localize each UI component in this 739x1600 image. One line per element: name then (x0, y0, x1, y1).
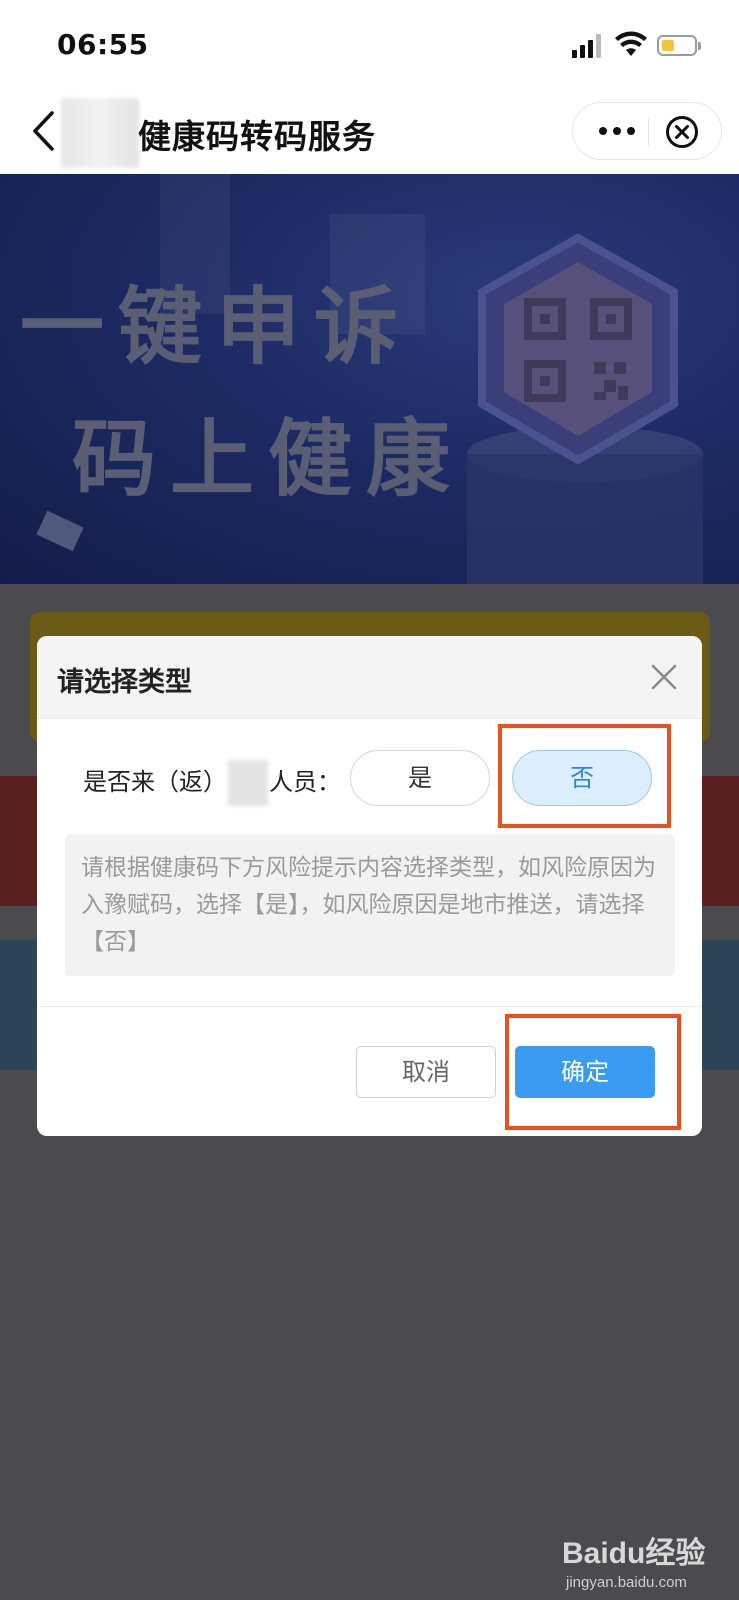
question-prefix: 是否来（返） (83, 768, 227, 796)
banner-decoration (36, 510, 84, 552)
cancel-button[interactable]: 取消 (356, 1046, 496, 1098)
highlight-box-option-no (498, 724, 671, 828)
miniprogram-capsule (572, 102, 722, 160)
capsule-divider (648, 117, 649, 147)
redacted-region (61, 98, 139, 168)
banner-slogan-2: 码上健康 (72, 410, 465, 508)
highlight-box-confirm (505, 1014, 681, 1130)
wifi-icon (615, 31, 647, 56)
close-circle-icon[interactable] (665, 115, 699, 149)
dialog-divider (37, 1006, 702, 1007)
dialog-title: 请选择类型 (57, 667, 192, 698)
question-suffix: 人员： (269, 768, 341, 796)
dialog-header: 请选择类型 (37, 636, 702, 719)
watermark-brand: Baidu经验 (562, 1537, 706, 1570)
close-icon[interactable] (651, 664, 677, 690)
watermark: Baidu经验 jingyan.baidu.com (562, 1528, 732, 1594)
back-arrow-icon[interactable] (30, 110, 60, 152)
battery-icon (657, 35, 701, 56)
page-title: 健康码转码服务 (138, 117, 376, 156)
hint-text: 请根据健康码下方风险提示内容选择类型，如风险原因为入豫赋码，选择【是】，如风险原… (65, 834, 675, 976)
more-icon[interactable] (595, 117, 639, 145)
question-label: 是否来（返） 人员： (83, 760, 341, 806)
qr-code-shield-icon (478, 233, 678, 465)
status-bar: 06:55 (0, 0, 739, 88)
signal-icon (572, 34, 602, 58)
redacted-region (228, 760, 268, 806)
nav-bar: 健康码转码服务 (0, 88, 739, 174)
watermark-url: jingyan.baidu.com (566, 1574, 687, 1591)
banner: 一键申诉 码上健康 (0, 174, 739, 584)
option-yes-button[interactable]: 是 (350, 750, 490, 806)
status-time: 06:55 (57, 28, 149, 61)
banner-slogan-1: 一键申诉 (20, 278, 413, 376)
